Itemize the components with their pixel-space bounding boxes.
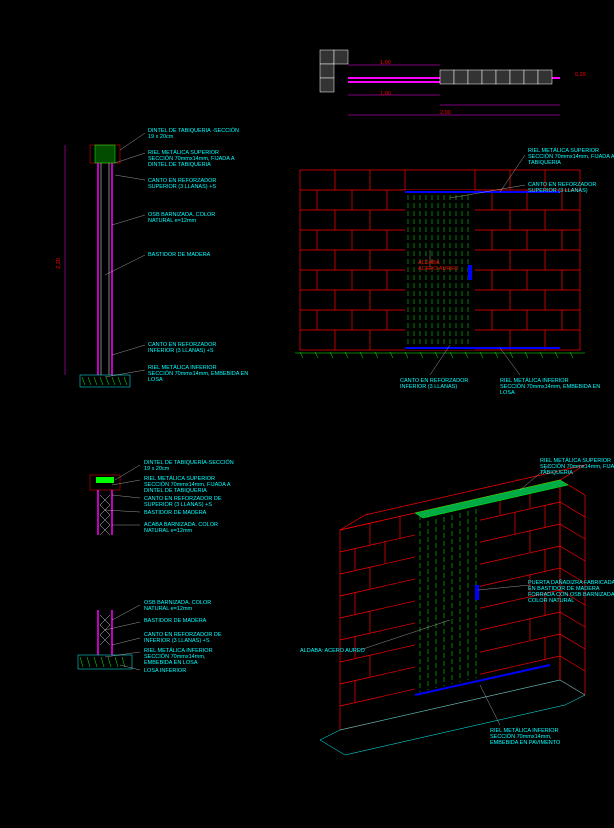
label-riel-sup-iso: RIEL METÁLICA SUPERIOR SECCIÓN 70mmx14mm… (540, 458, 614, 476)
dim-h: 0,20 (575, 72, 586, 78)
label-osb-c: OSB BARNIZADA. COLOR NATURAL e=12mm (144, 600, 211, 612)
label-riel-c: RIEL METÁLICA INFERIOR SECCIÓN 70mmx14mm… (144, 648, 213, 666)
label-canto-sup-elev: CANTO EN REFORZADOR SUPERIOR (3 LLANAS) (528, 182, 596, 194)
label-riel-sup-a: RIEL METÁLICA SUPERIOR SECCIÓN 70mmx14mm… (148, 150, 235, 168)
label-canto-sup-a: CANTO EN REFORZADOR SUPERIOR (3 LLANAS) … (148, 178, 216, 190)
label-aldaba-iso: ALDABA: ACERO AUREO (300, 648, 365, 654)
label-riel-b: RIEL METÁLICA SUPERIOR SECCIÓN 70mmx14mm… (144, 476, 231, 494)
label-losa-c: LOSA INFERIOR (144, 668, 186, 674)
label-dintel-b: DINTEL DE TABIQUERÍA-SECCIÓN 19 x 20cm (144, 460, 234, 472)
label-puerta-iso: PUERTA DAÑADIZRA FABRICADA EN BASTIDOR D… (528, 580, 614, 604)
dim-w2: 1,00 (380, 91, 391, 97)
label-dintel-a: DINTEL DE TABIQUERIA -SECCIÓN 19 x 20cm (148, 128, 239, 140)
cad-drawing-canvas (0, 0, 614, 828)
dim-height: 2,20 (56, 258, 62, 269)
label-canto-b: CANTO EN REFORZADOR DE SUPERIOR (3 LLANA… (144, 496, 222, 508)
dim-w3: 2,00 (440, 110, 451, 116)
label-riel-inf-elev: RIEL METÁLICA INFERIOR SECCIÓN 70mmx14mm… (500, 378, 600, 396)
label-aldaba-elev: ALDABA ACERO AUREO (418, 260, 458, 272)
label-osb-b: ACABA BARNIZADA. COLOR NATURAL e=12mm (144, 522, 218, 534)
label-riel-inf-iso: RIEL METÁLICA INFERIOR SECCIÓN 70mmx14mm… (490, 728, 560, 746)
label-riel-inf-a: RIEL METÁLICA INFERIOR SECCIÓN 70mmx14mm… (148, 365, 248, 383)
label-bastidor-a: BASTIDOR DE MADERA (148, 252, 210, 258)
label-canto-c: CANTO EN REFORZADOR DE INFERIOR (3 LLANA… (144, 632, 222, 644)
label-canto-inf-elev: CANTO EN REFORZADOR INFERIOR (3 LLANAS) (400, 378, 468, 390)
label-osb-a: OSB BARNIZADA. COLOR NATURAL e=12mm (148, 212, 215, 224)
label-canto-inf-a: CANTO EN REFORZADOR INFERIOR (3 LLANAS) … (148, 342, 216, 354)
label-bastidor-b: BASTIDOR DE MADERA (144, 510, 206, 516)
label-bastidor-c: BASTIDOR DE MADERA (144, 618, 206, 624)
dim-w1: 1,00 (380, 60, 391, 66)
label-riel-sup-elev: RIEL METÁLICA SUPERIOR SECCIÓN 70mmx14mm… (528, 148, 614, 166)
